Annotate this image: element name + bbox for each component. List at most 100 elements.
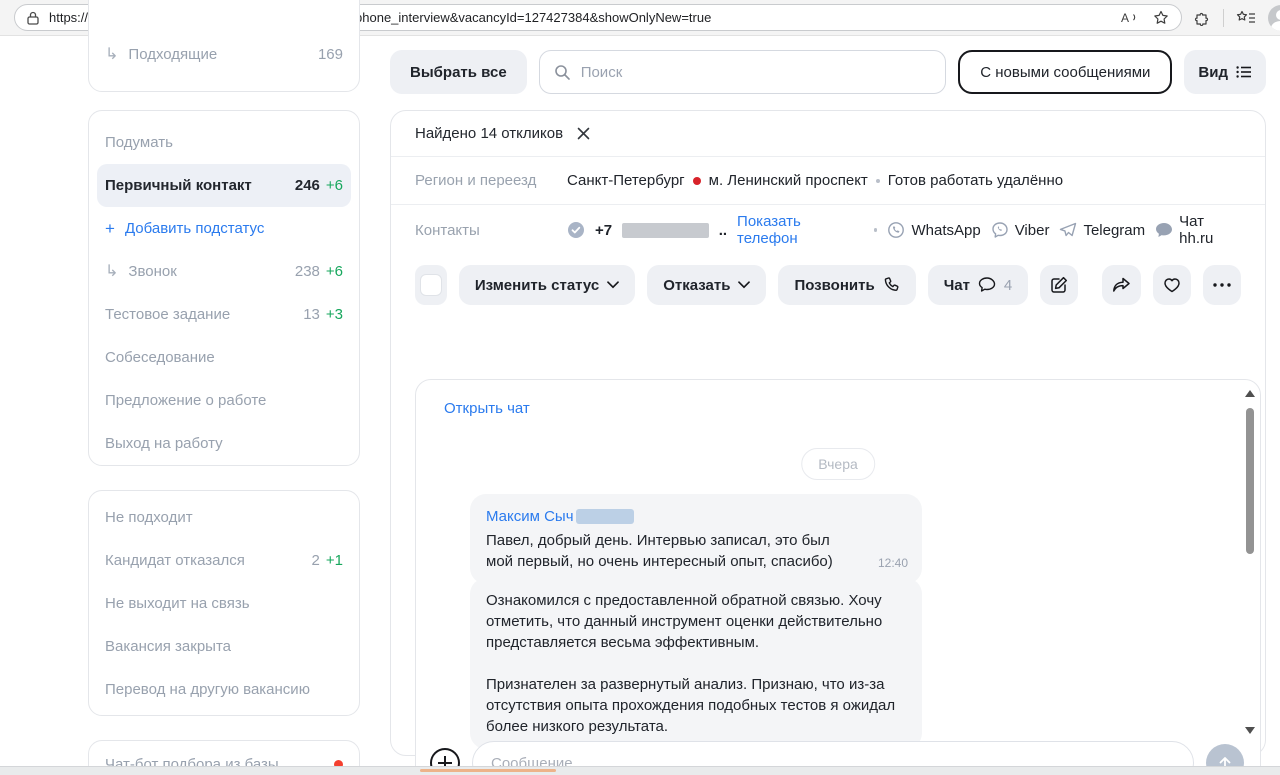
hh-chat-link[interactable]: Чат hh.ru <box>1155 213 1241 247</box>
candidate-actions: Изменить статус Отказать Позвонить Чат 4 <box>391 255 1265 315</box>
search-input[interactable] <box>581 64 932 81</box>
verified-icon <box>567 221 585 239</box>
sidebar-item-think[interactable]: Подумать <box>97 121 351 164</box>
open-chat-link[interactable]: Открыть чат <box>444 400 530 417</box>
count-badge: 238 <box>295 263 320 280</box>
chat-scrollbar[interactable] <box>1243 390 1257 734</box>
scroll-down-arrow-icon[interactable] <box>1245 727 1255 734</box>
count-badge: 13 <box>303 306 320 323</box>
view-button[interactable]: Вид <box>1184 50 1266 94</box>
sidebar-item-primary-contact[interactable]: Первичный контакт 246 +6 <box>97 164 351 207</box>
substatus-arrow-icon: ↳ <box>105 264 118 280</box>
results-count-text: Найдено 14 откликов <box>415 125 563 142</box>
sidebar-item-label: Подходящие <box>128 46 217 63</box>
sidebar-card-matched: ↳ Подходящие 169 <box>88 0 360 92</box>
phone-icon <box>883 277 900 294</box>
name-censored <box>576 509 634 524</box>
whatsapp-icon <box>887 221 905 239</box>
whatsapp-link[interactable]: WhatsApp <box>887 221 980 239</box>
sidebar-item-interview[interactable]: Собеседование <box>97 336 351 379</box>
sidebar-card-statuses: Подумать Первичный контакт 246 +6 + Доба… <box>88 110 360 466</box>
viber-link[interactable]: Viber <box>991 221 1050 239</box>
sidebar-item-not-suitable[interactable]: Не подходит <box>97 496 351 539</box>
count-badge: 169 <box>318 46 343 63</box>
telegram-link[interactable]: Telegram <box>1059 222 1145 239</box>
reject-button[interactable]: Отказать <box>647 265 766 305</box>
sidebar-item-label: Собеседование <box>105 349 215 366</box>
new-count-badge: +6 <box>326 177 343 194</box>
search-field[interactable] <box>539 50 947 94</box>
remote-ready-text: Готов работать удалённо <box>888 172 1063 189</box>
select-all-button[interactable]: Выбрать все <box>390 50 527 94</box>
svg-text:A: A <box>1121 11 1129 25</box>
sidebar-item-label: Подумать <box>105 134 173 151</box>
sidebar-item-test-task[interactable]: Тестовое задание 13 +3 <box>97 293 351 336</box>
count-badge: 246 <box>295 177 320 194</box>
message-text: Павел, добрый день. Интервью записал, эт… <box>486 530 906 572</box>
plus-icon: + <box>105 219 115 239</box>
sidebar-item-candidate-declined[interactable]: Кандидат отказался 2 +1 <box>97 539 351 582</box>
message-author[interactable]: Максим Сыч <box>486 506 574 527</box>
sidebar-item-label: Перевод на другую вакансию <box>105 681 310 698</box>
share-button[interactable] <box>1102 265 1140 305</box>
extensions-icon[interactable] <box>1194 9 1211 26</box>
chat-unread-count: 4 <box>1004 277 1012 294</box>
telegram-icon <box>1059 222 1077 238</box>
substatus-arrow-icon: ↳ <box>105 47 118 63</box>
phone-censored <box>622 223 709 238</box>
sidebar-item-call[interactable]: ↳ Звонок 238 +6 <box>97 250 351 293</box>
sidebar-card-rejections: Не подходит Кандидат отказался 2 +1 Не в… <box>88 490 360 716</box>
chat-button[interactable]: Чат 4 <box>928 265 1029 305</box>
sidebar-item-label: Тестовое задание <box>105 306 230 323</box>
chat-scrollbar-thumb[interactable] <box>1246 408 1254 554</box>
call-button[interactable]: Позвонить <box>778 265 915 305</box>
contacts-label: Контакты <box>415 222 567 239</box>
sidebar-item-no-contact[interactable]: Не выходит на связь <box>97 582 351 625</box>
telegram-label: Telegram <box>1083 222 1145 239</box>
chat-message: Максим Сыч Павел, добрый день. Интервью … <box>470 494 922 584</box>
chat-bubble-icon <box>978 277 996 293</box>
change-status-button[interactable]: Изменить статус <box>459 265 635 305</box>
whatsapp-label: WhatsApp <box>911 222 980 239</box>
sidebar-item-label: Звонок <box>128 263 176 280</box>
sidebar-item-label: Не выходит на связь <box>105 595 250 612</box>
message-text: Ознакомился с предоставленной обратной с… <box>486 590 906 653</box>
filter-new-messages-button[interactable]: С новыми сообщениями <box>958 50 1172 94</box>
compose-note-button[interactable] <box>1040 265 1078 305</box>
new-count-badge: +3 <box>326 306 343 323</box>
search-icon <box>554 64 571 81</box>
browser-profile-avatar[interactable] <box>1268 5 1280 31</box>
metro-text: м. Ленинский проспект <box>709 172 868 189</box>
add-substatus-button[interactable]: + Добавить подстатус <box>97 207 351 250</box>
city-text: Санкт-Петербург <box>567 172 685 189</box>
sidebar-item-job-offer[interactable]: Предложение о работе <box>97 379 351 422</box>
viber-label: Viber <box>1015 222 1050 239</box>
select-candidate-checkbox[interactable] <box>415 265 447 305</box>
message-time: 12:40 <box>878 553 908 574</box>
more-actions-button[interactable] <box>1203 265 1241 305</box>
read-aloud-icon[interactable]: A <box>1121 11 1139 25</box>
add-substatus-label: Добавить подстатус <box>125 220 264 237</box>
hh-chat-icon <box>1155 222 1173 239</box>
count-badge: 2 <box>312 552 320 569</box>
region-row: Регион и переезд Санкт-Петербург м. Лени… <box>391 157 1265 205</box>
separator-dot <box>874 228 878 232</box>
chevron-down-icon <box>607 281 619 289</box>
sidebar-item-matched[interactable]: ↳ Подходящие 169 <box>97 33 351 76</box>
hh-chat-label: Чат hh.ru <box>1179 213 1241 247</box>
favorite-star-icon[interactable] <box>1153 10 1169 26</box>
sidebar-item-transfer[interactable]: Перевод на другую вакансию <box>97 668 351 711</box>
list-view-icon <box>1236 65 1252 79</box>
show-phone-link[interactable]: Показать телефон <box>737 213 864 247</box>
scroll-up-arrow-icon[interactable] <box>1245 390 1255 397</box>
sidebar-item-vacancy-closed[interactable]: Вакансия закрыта <box>97 625 351 668</box>
favorites-bar-icon[interactable] <box>1236 10 1256 26</box>
favorite-button[interactable] <box>1153 265 1191 305</box>
chat-message: Ознакомился с предоставленной обратной с… <box>470 578 922 749</box>
sidebar-item-start-work[interactable]: Выход на работу <box>97 422 351 465</box>
response-card: Найдено 14 откликов Регион и переезд Сан… <box>390 110 1266 756</box>
edit-icon <box>1050 276 1068 294</box>
message-text: Признателен за развернутый анализ. Призн… <box>486 674 906 737</box>
metro-line-icon <box>693 177 701 185</box>
close-icon[interactable] <box>577 127 590 140</box>
